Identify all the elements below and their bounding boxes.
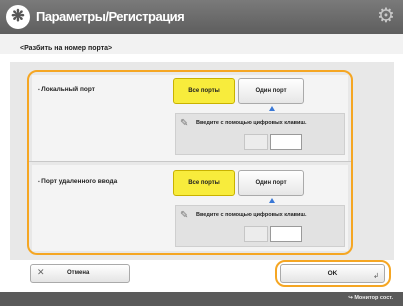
title-bar: ❋ Параметры/Регистрация ⚙	[0, 0, 403, 34]
ok-button[interactable]: OK ↲	[280, 264, 385, 283]
cancel-button[interactable]: ✕ Отмена	[30, 264, 130, 283]
status-monitor-label: Монитор сост.	[354, 295, 393, 301]
enter-icon: ↲	[373, 273, 379, 280]
screen-subtitle: <Разбить на номер порта>	[20, 45, 113, 52]
status-bar: ↪ Монитор сост.	[0, 292, 403, 306]
ok-label: OK	[327, 270, 338, 277]
cancel-label: Отмена	[67, 270, 90, 276]
gear-icon[interactable]: ⚙	[375, 5, 397, 27]
page-title: Параметры/Регистрация	[36, 9, 185, 24]
settings-register-icon: ❋	[6, 5, 30, 29]
status-monitor-button[interactable]: ↪ Монитор сост.	[348, 295, 393, 301]
close-icon: ✕	[37, 267, 45, 277]
focus-frame	[27, 70, 353, 255]
